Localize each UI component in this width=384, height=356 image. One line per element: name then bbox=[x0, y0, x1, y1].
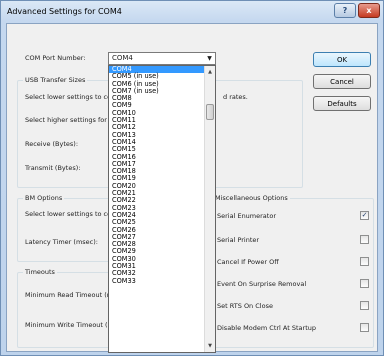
check-icon: ✓ bbox=[361, 211, 368, 219]
dropdown-option[interactable]: COM33 bbox=[109, 277, 205, 285]
com-port-value: COM4 bbox=[112, 54, 133, 62]
cancel-if-power-off-checkbox[interactable] bbox=[360, 257, 369, 266]
disable-modem-ctrl-checkbox[interactable] bbox=[360, 323, 369, 332]
usb-lower-text: Select lower settings to corre bbox=[25, 93, 121, 101]
misc-option-label-disable-modem-ctrl: Disable Modem Ctrl At Startup bbox=[217, 324, 316, 332]
bm-options-title: BM Options bbox=[23, 194, 65, 202]
timeouts-title: Timeouts bbox=[23, 268, 57, 276]
chevron-down-icon[interactable]: ▼ bbox=[204, 53, 215, 64]
scroll-down-icon[interactable]: ▼ bbox=[205, 341, 215, 351]
misc-option-label-event-on-surprise-removal: Event On Surprise Removal bbox=[217, 280, 307, 288]
close-button[interactable]: x bbox=[358, 3, 380, 18]
bm-lower-text: Select lower settings to corre bbox=[25, 210, 121, 218]
com-port-select[interactable]: COM4 ▼ bbox=[108, 52, 216, 65]
ok-button[interactable]: OK bbox=[313, 52, 371, 67]
window-title: Advanced Settings for COM4 bbox=[7, 7, 122, 16]
misc-option-label-serial-printer: Serial Printer bbox=[217, 236, 260, 244]
usb-lower-text-tail: d rates. bbox=[223, 93, 248, 101]
com-port-label: COM Port Number: bbox=[25, 54, 86, 62]
defaults-button[interactable]: Defaults bbox=[313, 96, 371, 111]
misc-options-title: Miscellaneous Options bbox=[213, 194, 290, 202]
scroll-up-icon[interactable]: ▲ bbox=[205, 67, 215, 77]
event-on-surprise-removal-checkbox[interactable] bbox=[360, 279, 369, 288]
usb-higher-text: Select higher settings for fas bbox=[25, 116, 119, 124]
usb-transfer-title: USB Transfer Sizes bbox=[23, 76, 88, 84]
help-button[interactable]: ? bbox=[334, 3, 356, 18]
dialog-client-area: COM Port Number: USB Transfer Sizes Sele… bbox=[6, 23, 378, 353]
dialog-window: Advanced Settings for COM4 ? x COM Port … bbox=[0, 0, 384, 356]
serial-enumerator-checkbox[interactable]: ✓ bbox=[360, 211, 369, 220]
scroll-thumb[interactable] bbox=[206, 104, 214, 120]
misc-option-label-cancel-if-power-off: Cancel If Power Off bbox=[217, 258, 279, 266]
receive-label: Receive (Bytes): bbox=[25, 140, 79, 148]
read-timeout-label: Minimum Read Timeout (mse bbox=[25, 291, 121, 299]
dropdown-items: COM4 COM5 (in use) COM6 (in use) COM7 (in u… bbox=[109, 66, 205, 285]
title-bar[interactable]: Advanced Settings for COM4 ? x bbox=[1, 1, 383, 23]
serial-printer-checkbox[interactable] bbox=[360, 235, 369, 244]
dropdown-scrollbar[interactable]: ▲ ▼ bbox=[204, 66, 215, 352]
cancel-button[interactable]: Cancel bbox=[313, 74, 371, 89]
misc-option-label-set-rts-on-close: Set RTS On Close bbox=[217, 302, 273, 310]
set-rts-on-close-checkbox[interactable] bbox=[360, 301, 369, 310]
com-port-dropdown-list[interactable]: COM4 COM5 (in use) COM6 (in use) COM7 (in u… bbox=[108, 65, 216, 353]
latency-timer-label: Latency Timer (msec): bbox=[25, 238, 98, 246]
transmit-label: Transmit (Bytes): bbox=[25, 164, 81, 172]
write-timeout-label: Minimum Write Timeout (mse bbox=[25, 321, 122, 329]
misc-option-label-serial-enumerator: Serial Enumerator bbox=[217, 212, 276, 220]
